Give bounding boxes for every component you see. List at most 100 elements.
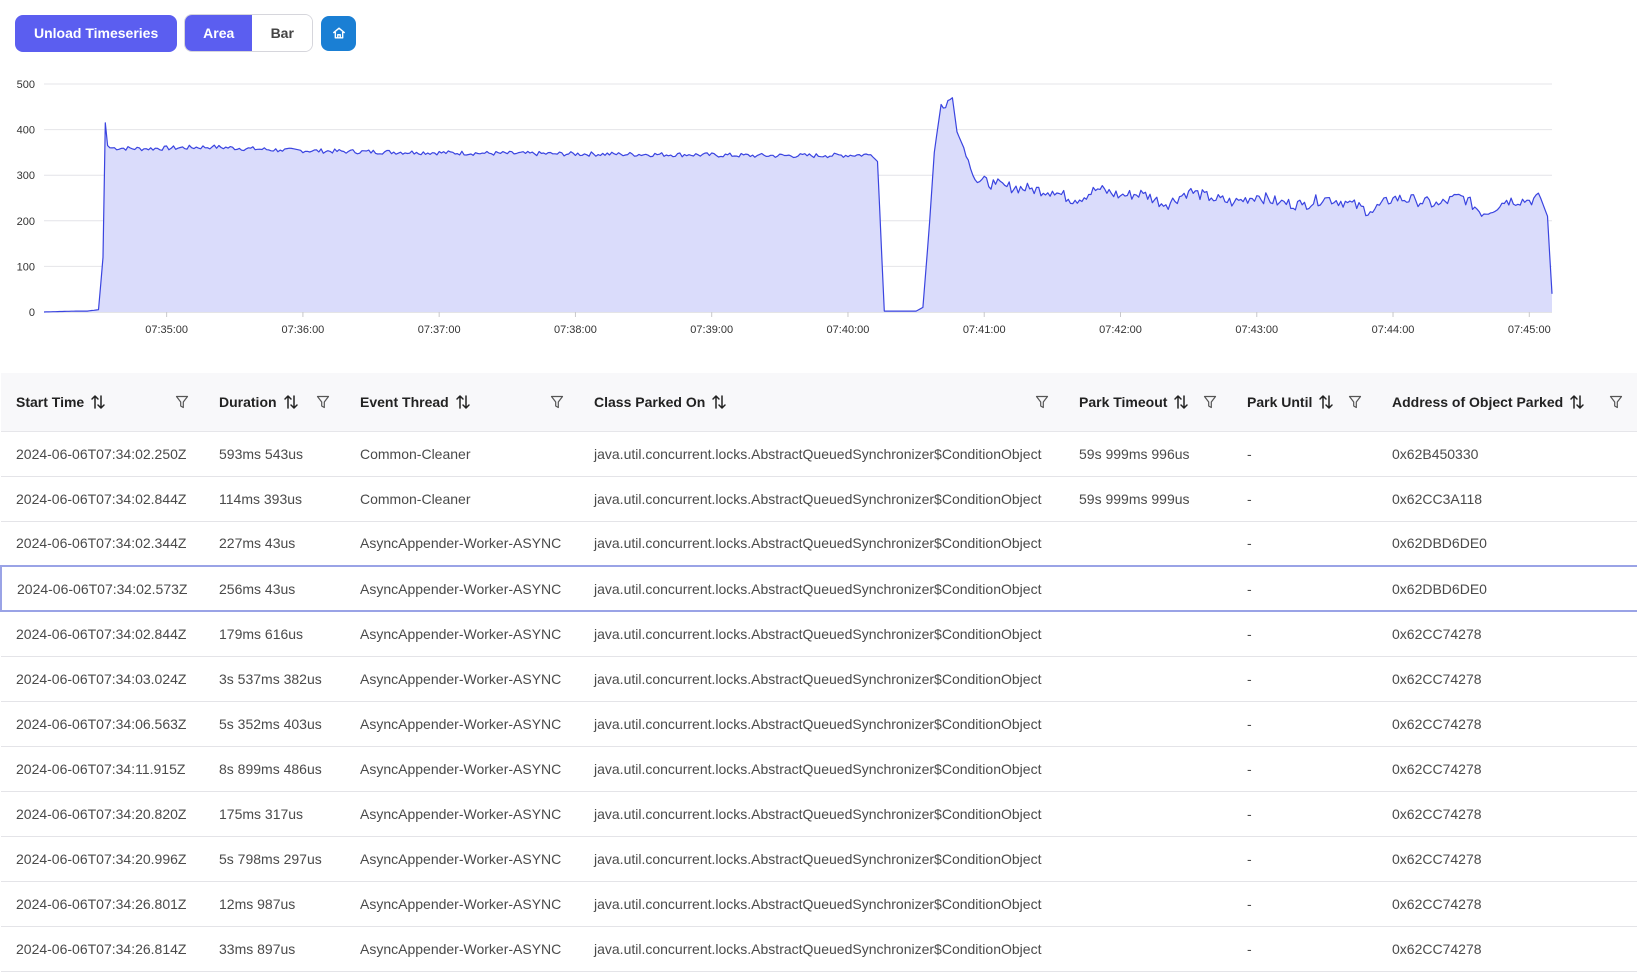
table-row[interactable]: 2024-06-06T07:34:02.250Z 593ms 543us Commo… bbox=[1, 431, 1637, 477]
area-view-button[interactable]: Area bbox=[185, 15, 253, 51]
cell-start-time: 2024-06-06T07:34:02.844Z bbox=[1, 476, 204, 522]
filter-icon[interactable] bbox=[1348, 395, 1362, 409]
cell-event-thread: Common-Cleaner bbox=[345, 476, 579, 522]
column-header-start-time[interactable]: Start Time bbox=[1, 373, 204, 432]
cell-park-timeout bbox=[1064, 521, 1232, 567]
sort-icon[interactable] bbox=[1318, 394, 1334, 410]
cell-class-parked-on: java.util.concurrent.locks.AbstractQueue… bbox=[579, 565, 1064, 612]
cell-park-timeout bbox=[1064, 791, 1232, 837]
cell-park-timeout bbox=[1064, 836, 1232, 882]
table-row[interactable]: 2024-06-06T07:34:02.344Z 227ms 43us AsyncA… bbox=[1, 521, 1637, 567]
cell-start-time: 2024-06-06T07:34:02.250Z bbox=[1, 431, 204, 477]
x-tick-label: 07:45:00 bbox=[1508, 324, 1551, 336]
cell-event-thread: AsyncAppender-Worker-ASYNC bbox=[345, 656, 579, 702]
cell-park-timeout bbox=[1064, 926, 1232, 972]
cell-park-timeout bbox=[1064, 746, 1232, 792]
cell-class-parked-on: java.util.concurrent.locks.AbstractQueue… bbox=[579, 611, 1064, 657]
cell-address-of-object-parked: 0x62CC3A118 bbox=[1377, 476, 1637, 522]
column-header-label: Duration bbox=[219, 393, 277, 410]
cell-park-until: - bbox=[1232, 611, 1377, 657]
chart-y-axis: 0 100 200 300 400 500 bbox=[17, 79, 35, 319]
y-tick-label: 400 bbox=[17, 125, 35, 137]
table-row[interactable]: 2024-06-06T07:34:02.844Z 179ms 616us Async… bbox=[1, 611, 1637, 657]
cell-start-time: 2024-06-06T07:34:03.024Z bbox=[1, 656, 204, 702]
sort-icon[interactable] bbox=[711, 394, 727, 410]
cell-address-of-object-parked: 0x62CC74278 bbox=[1377, 701, 1637, 747]
column-header-park-until[interactable]: Park Until bbox=[1232, 373, 1377, 432]
filter-icon[interactable] bbox=[1609, 395, 1623, 409]
cell-start-time: 2024-06-06T07:34:11.915Z bbox=[1, 746, 204, 792]
cell-start-time: 2024-06-06T07:34:02.344Z bbox=[1, 521, 204, 567]
cell-duration: 179ms 616us bbox=[204, 611, 345, 657]
x-tick-label: 07:42:00 bbox=[1099, 324, 1142, 336]
column-header-label: Class Parked On bbox=[594, 393, 706, 410]
sort-icon[interactable] bbox=[90, 394, 106, 410]
table-row[interactable]: 2024-06-06T07:34:26.801Z 12ms 987us AsyncA… bbox=[1, 881, 1637, 927]
column-header-park-timeout[interactable]: Park Timeout bbox=[1064, 373, 1232, 432]
filter-icon[interactable] bbox=[175, 395, 189, 409]
column-header-class-parked-on[interactable]: Class Parked On bbox=[579, 373, 1064, 432]
column-header-label: Park Timeout bbox=[1079, 393, 1168, 410]
x-tick-label: 07:41:00 bbox=[963, 324, 1006, 336]
cell-park-until: - bbox=[1232, 476, 1377, 522]
cell-class-parked-on: java.util.concurrent.locks.AbstractQueue… bbox=[579, 656, 1064, 702]
events-table: Start Time Duration Event Thread Class Park… bbox=[0, 373, 1637, 972]
x-tick-label: 07:35:00 bbox=[145, 324, 188, 336]
unload-timeseries-button[interactable]: Unload Timeseries bbox=[15, 14, 178, 52]
table-row[interactable]: 2024-06-06T07:34:02.573Z 256ms 43us AsyncA… bbox=[0, 565, 1637, 612]
cell-start-time: 2024-06-06T07:34:02.844Z bbox=[1, 611, 204, 657]
sort-icon[interactable] bbox=[455, 394, 471, 410]
cell-address-of-object-parked: 0x62CC74278 bbox=[1377, 791, 1637, 837]
reset-zoom-button[interactable] bbox=[321, 15, 357, 51]
y-tick-label: 0 bbox=[29, 307, 35, 319]
cell-duration: 593ms 543us bbox=[204, 431, 345, 477]
x-tick-label: 07:37:00 bbox=[418, 324, 461, 336]
column-header-label: Event Thread bbox=[360, 393, 449, 410]
sort-icon[interactable] bbox=[283, 394, 299, 410]
table-row[interactable]: 2024-06-06T07:34:26.814Z 33ms 897us AsyncA… bbox=[1, 926, 1637, 972]
filter-icon[interactable] bbox=[316, 395, 330, 409]
x-tick-label: 07:39:00 bbox=[690, 324, 733, 336]
cell-event-thread: AsyncAppender-Worker-ASYNC bbox=[345, 836, 579, 882]
table-header-row: Start Time Duration Event Thread Class Park… bbox=[1, 373, 1637, 432]
toolbar: Unload Timeseries Area Bar bbox=[15, 14, 357, 52]
cell-duration: 5s 798ms 297us bbox=[204, 836, 345, 882]
bar-view-button[interactable]: Bar bbox=[252, 15, 313, 51]
home-icon bbox=[332, 27, 345, 39]
x-tick-label: 07:40:00 bbox=[827, 324, 870, 336]
column-header-duration[interactable]: Duration bbox=[204, 373, 345, 432]
column-header-event-thread[interactable]: Event Thread bbox=[345, 373, 579, 432]
sort-icon[interactable] bbox=[1173, 394, 1189, 410]
cell-address-of-object-parked: 0x62B450330 bbox=[1377, 431, 1637, 477]
column-header-label: Start Time bbox=[16, 393, 85, 410]
cell-class-parked-on: java.util.concurrent.locks.AbstractQueue… bbox=[579, 926, 1064, 972]
table-row[interactable]: 2024-06-06T07:34:11.915Z 8s 899ms 486us As… bbox=[1, 746, 1637, 792]
cell-start-time: 2024-06-06T07:34:26.814Z bbox=[1, 926, 204, 972]
sort-icon[interactable] bbox=[1569, 394, 1585, 410]
table-row[interactable]: 2024-06-06T07:34:02.844Z 114ms 393us Commo… bbox=[1, 476, 1637, 522]
column-header-address-of-object-parked[interactable]: Address of Object Parked bbox=[1377, 373, 1637, 432]
table-row[interactable]: 2024-06-06T07:34:06.563Z 5s 352ms 403us As… bbox=[1, 701, 1637, 747]
cell-duration: 5s 352ms 403us bbox=[204, 701, 345, 747]
filter-icon[interactable] bbox=[1035, 395, 1049, 409]
cell-class-parked-on: java.util.concurrent.locks.AbstractQueue… bbox=[579, 881, 1064, 927]
table-row[interactable]: 2024-06-06T07:34:20.820Z 175ms 317us Async… bbox=[1, 791, 1637, 837]
cell-class-parked-on: java.util.concurrent.locks.AbstractQueue… bbox=[579, 431, 1064, 477]
cell-event-thread: AsyncAppender-Worker-ASYNC bbox=[345, 521, 579, 567]
x-tick-label: 07:44:00 bbox=[1372, 324, 1415, 336]
y-tick-label: 500 bbox=[17, 79, 35, 91]
table-row[interactable]: 2024-06-06T07:34:03.024Z 3s 537ms 382us As… bbox=[1, 656, 1637, 702]
table-row[interactable]: 2024-06-06T07:34:20.996Z 5s 798ms 297us As… bbox=[1, 836, 1637, 882]
filter-icon[interactable] bbox=[550, 395, 564, 409]
x-tick-label: 07:43:00 bbox=[1235, 324, 1278, 336]
timeseries-chart[interactable]: 0 100 200 300 400 500 07:35:00 07:36:00 07:37:0… bbox=[0, 70, 1637, 360]
y-tick-label: 300 bbox=[17, 170, 35, 182]
cell-class-parked-on: java.util.concurrent.locks.AbstractQueue… bbox=[579, 791, 1064, 837]
cell-park-timeout: 59s 999ms 996us bbox=[1064, 431, 1232, 477]
cell-start-time: 2024-06-06T07:34:20.820Z bbox=[1, 791, 204, 837]
column-header-label: Park Until bbox=[1247, 393, 1313, 410]
cell-address-of-object-parked: 0x62CC74278 bbox=[1377, 746, 1637, 792]
cell-address-of-object-parked: 0x62CC74278 bbox=[1377, 926, 1637, 972]
filter-icon[interactable] bbox=[1203, 395, 1217, 409]
cell-duration: 114ms 393us bbox=[204, 476, 345, 522]
